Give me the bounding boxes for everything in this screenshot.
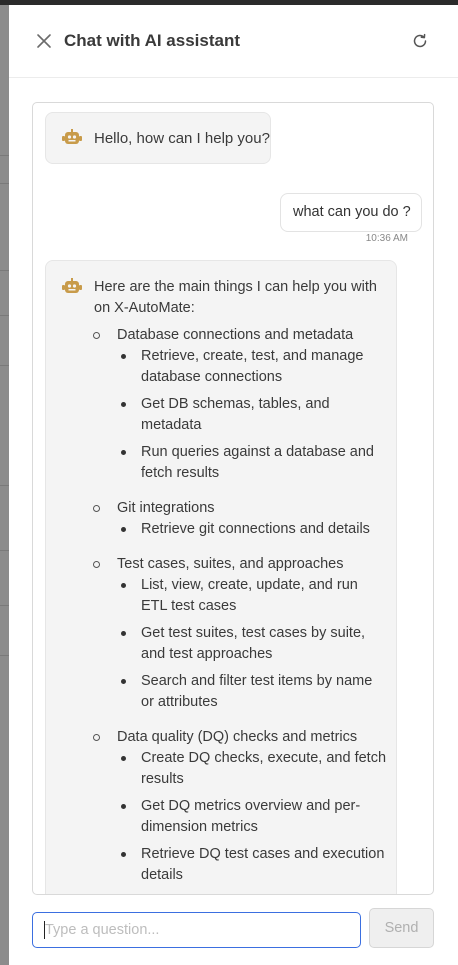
list-item-text: Search and filter test items by name or … — [141, 673, 373, 710]
question-input-box[interactable] — [32, 912, 361, 948]
list-item-text: Get test suites, test cases by suite, an… — [141, 625, 366, 662]
robot-icon — [62, 278, 82, 293]
text-caret — [44, 921, 45, 939]
section-title: Data quality (DQ) checks and metrics — [117, 729, 358, 745]
list-item-text: Retrieve DQ test cases and execution det… — [141, 846, 385, 883]
bullet-dot — [121, 756, 126, 761]
list-item-text: Create DQ checks, execute, and fetch res… — [141, 750, 387, 787]
user-message: what can you do ? — [280, 193, 422, 232]
bullet-circle — [93, 561, 100, 568]
bot-message-text: Hello, how can I help you? — [94, 130, 270, 147]
list-item-text: List, view, create, update, and run ETL … — [141, 577, 358, 614]
chat-panel: Chat with AI assistant Hello, how can I … — [9, 5, 458, 965]
section-title: Git integrations — [117, 500, 215, 516]
bullet-dot — [121, 679, 126, 684]
section-title: Test cases, suites, and approaches — [117, 556, 344, 572]
bullet-circle — [93, 332, 100, 339]
list-item-text: Run queries against a database and fetch… — [141, 444, 374, 481]
user-message-text: what can you do ? — [293, 204, 411, 220]
bullet-dot — [121, 354, 126, 359]
close-icon[interactable] — [35, 32, 53, 50]
bullet-dot — [121, 402, 126, 407]
bullet-circle — [93, 734, 100, 741]
send-button[interactable]: Send — [369, 908, 434, 948]
bullet-dot — [121, 631, 126, 636]
chat-title: Chat with AI assistant — [64, 31, 241, 50]
background-overlay — [0, 5, 9, 965]
section-title: Database connections and metadata — [117, 327, 354, 343]
refresh-icon[interactable] — [411, 32, 429, 50]
bullet-dot — [121, 852, 126, 857]
bullet-dot — [121, 527, 126, 532]
reply-intro: Here are the main things I can help you … — [94, 279, 377, 316]
list-item-text: Get DQ metrics overview and per-dimensio… — [141, 798, 361, 835]
list-item-text: Retrieve git connections and details — [141, 521, 370, 537]
bot-message: Hello, how can I help you? — [45, 112, 271, 164]
bullet-dot — [121, 450, 126, 455]
question-input[interactable] — [45, 920, 345, 940]
message-timestamp: 10:36 AM — [365, 233, 408, 244]
robot-icon — [62, 129, 82, 144]
list-item-text: Retrieve, create, test, and manage datab… — [141, 348, 364, 385]
bullet-circle — [93, 505, 100, 512]
chat-messages[interactable]: Hello, how can I help you? what can you … — [32, 102, 434, 895]
bullet-dot — [121, 583, 126, 588]
chat-header: Chat with AI assistant — [9, 5, 458, 78]
bullet-dot — [121, 804, 126, 809]
list-item-text: Get DB schemas, tables, and metadata — [141, 396, 330, 433]
